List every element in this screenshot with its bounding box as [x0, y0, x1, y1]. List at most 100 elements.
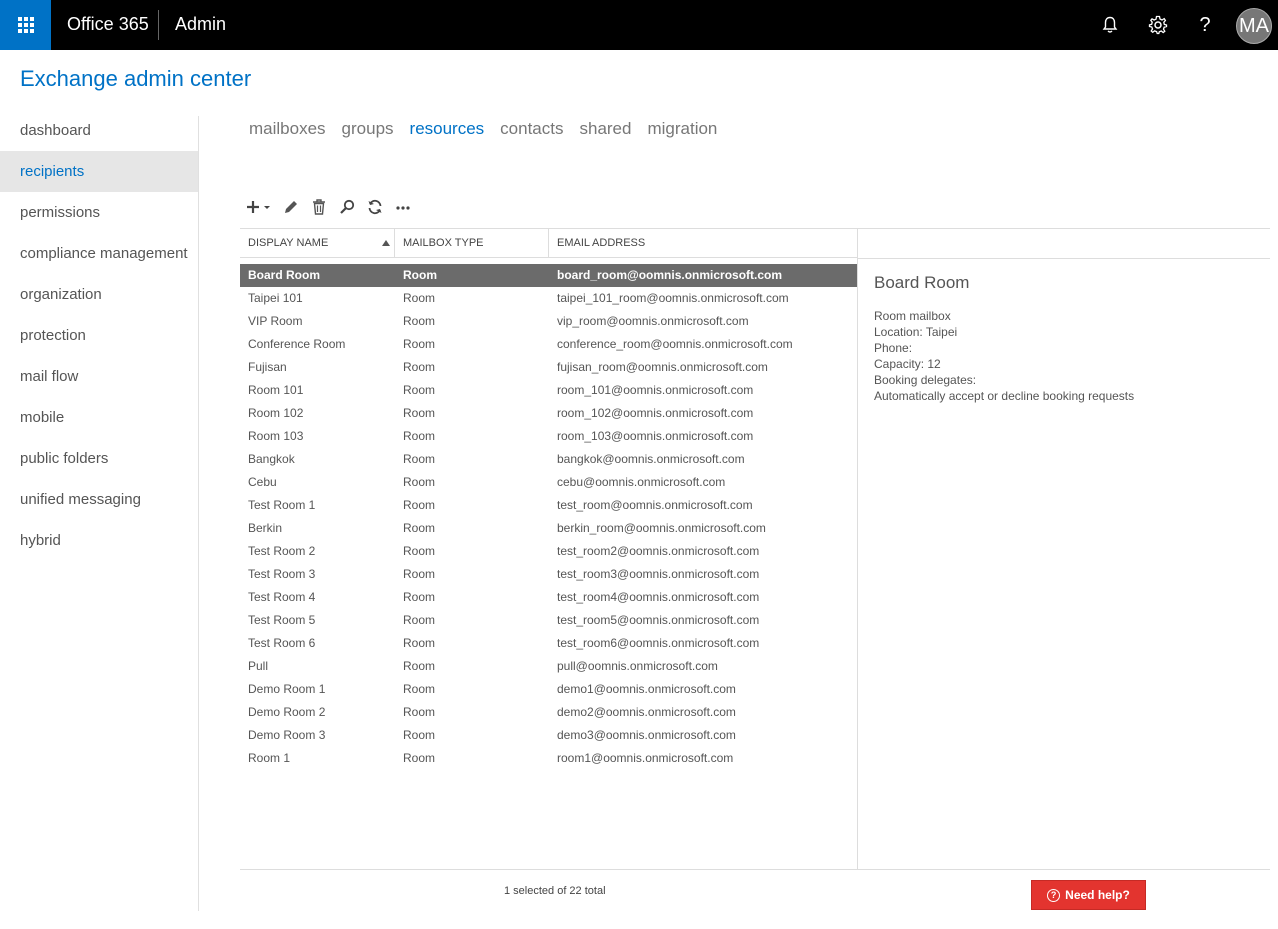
cell-email-address: vip_room@oomnis.onmicrosoft.com	[557, 314, 749, 328]
table-row[interactable]: Test Room 5 Room test_room5@oomnis.onmicro…	[240, 609, 858, 632]
cell-display-name: Fujisan	[248, 360, 287, 374]
cell-email-address: test_room3@oomnis.onmicrosoft.com	[557, 567, 760, 581]
cell-mailbox-type: Room	[403, 544, 436, 558]
brand-link[interactable]: Office 365	[67, 14, 149, 35]
column-header-mailbox-type[interactable]: MAILBOX TYPE	[395, 229, 549, 258]
table-row[interactable]: Conference Room Room conference_room@oomni…	[240, 333, 858, 356]
table-row[interactable]: Test Room 3 Room test_room3@oomnis.onmicro…	[240, 563, 858, 586]
sort-ascending-icon	[382, 240, 390, 246]
table-row[interactable]: Room 101 Room room_101@oomnis.onmicrosoft.…	[240, 379, 858, 402]
cell-display-name: Test Room 2	[248, 544, 316, 558]
tab-migration[interactable]: migration	[647, 119, 717, 139]
cell-mailbox-type: Room	[403, 337, 436, 351]
cell-display-name: VIP Room	[248, 314, 303, 328]
table-row[interactable]: Test Room 2 Room test_room2@oomnis.onmicro…	[240, 540, 858, 563]
table-row[interactable]: Test Room 4 Room test_room4@oomnis.onmicro…	[240, 586, 858, 609]
sidebar-item-compliance-management[interactable]: compliance management	[0, 233, 198, 274]
tab-contacts[interactable]: contacts	[500, 119, 563, 139]
cell-mailbox-type: Room	[403, 567, 436, 581]
cell-email-address: board_room@oomnis.onmicrosoft.com	[557, 268, 783, 282]
cell-display-name: Test Room 4	[248, 590, 316, 604]
table-row[interactable]: VIP Room Room vip_room@oomnis.onmicrosoft.…	[240, 310, 858, 333]
sidebar-item-mail-flow[interactable]: mail flow	[0, 356, 198, 397]
tab-resources[interactable]: resources	[410, 119, 485, 139]
table-row[interactable]: Demo Room 2 Room demo2@oomnis.onmicrosoft.…	[240, 701, 858, 724]
more-options-button[interactable]	[393, 197, 413, 217]
cell-email-address: room1@oomnis.onmicrosoft.com	[557, 751, 734, 765]
table-row[interactable]: Bangkok Room bangkok@oomnis.onmicrosoft.co…	[240, 448, 858, 471]
details-pane: Board Room Room mailbox Location: Taipei…	[874, 273, 1264, 404]
need-help-label: Need help?	[1065, 888, 1130, 902]
cell-mailbox-type: Room	[403, 659, 436, 673]
cell-mailbox-type: Room	[403, 475, 436, 489]
avatar[interactable]: MA	[1236, 8, 1272, 44]
table-row[interactable]: Fujisan Room fujisan_room@oomnis.onmicroso…	[240, 356, 858, 379]
list-header: DISPLAY NAME MAILBOX TYPE EMAIL ADDRESS	[240, 228, 858, 258]
details-pane-divider	[857, 228, 858, 869]
table-row[interactable]: Berkin Room berkin_room@oomnis.onmicrosoft…	[240, 517, 858, 540]
sidebar-item-mobile[interactable]: mobile	[0, 397, 198, 438]
sidebar-item-public-folders[interactable]: public folders	[0, 438, 198, 479]
sidebar-nav: dashboard recipients permissions complia…	[0, 110, 198, 561]
gear-icon	[1148, 15, 1168, 35]
app-name-link[interactable]: Admin	[175, 14, 226, 35]
cell-email-address: berkin_room@oomnis.onmicrosoft.com	[557, 521, 766, 535]
tab-shared[interactable]: shared	[579, 119, 631, 139]
app-launcher-button[interactable]	[0, 0, 51, 50]
edit-button[interactable]	[281, 197, 301, 217]
top-bar: Office 365 Admin ? MA	[0, 0, 1278, 50]
sidebar-item-protection[interactable]: protection	[0, 315, 198, 356]
cell-mailbox-type: Room	[403, 521, 436, 535]
tab-mailboxes[interactable]: mailboxes	[249, 119, 326, 139]
cell-display-name: Demo Room 3	[248, 728, 326, 742]
table-row[interactable]: Pull Room pull@oomnis.onmicrosoft.com	[240, 655, 858, 678]
sidebar-item-recipients[interactable]: recipients	[0, 151, 198, 192]
sidebar-item-permissions[interactable]: permissions	[0, 192, 198, 233]
new-button[interactable]	[245, 197, 273, 217]
sidebar-item-hybrid[interactable]: hybrid	[0, 520, 198, 561]
settings-button[interactable]	[1144, 11, 1172, 39]
cell-display-name: Taipei 101	[248, 291, 303, 305]
column-header-email-address[interactable]: EMAIL ADDRESS	[549, 229, 858, 258]
cell-email-address: conference_room@oomnis.onmicrosoft.com	[557, 337, 793, 351]
cell-email-address: room_103@oomnis.onmicrosoft.com	[557, 429, 754, 443]
tab-groups[interactable]: groups	[342, 119, 394, 139]
table-row[interactable]: Cebu Room cebu@oomnis.onmicrosoft.com	[240, 471, 858, 494]
cell-display-name: Test Room 3	[248, 567, 316, 581]
table-row[interactable]: Taipei 101 Room taipei_101_room@oomnis.onm…	[240, 287, 858, 310]
question-circle-icon: ?	[1047, 888, 1061, 902]
table-row[interactable]: Room 1 Room room1@oomnis.onmicrosoft.com	[240, 747, 858, 770]
refresh-button[interactable]	[365, 197, 385, 217]
cell-email-address: test_room2@oomnis.onmicrosoft.com	[557, 544, 760, 558]
delete-button[interactable]	[309, 197, 329, 217]
notifications-button[interactable]	[1096, 11, 1124, 39]
column-header-display-name[interactable]: DISPLAY NAME	[240, 229, 395, 258]
cell-display-name: Bangkok	[248, 452, 295, 466]
search-icon	[340, 199, 355, 214]
help-button[interactable]: ?	[1191, 11, 1219, 39]
plus-icon	[247, 201, 270, 213]
search-button[interactable]	[337, 197, 357, 217]
cell-email-address: demo2@oomnis.onmicrosoft.com	[557, 705, 736, 719]
table-row[interactable]: Demo Room 3 Room demo3@oomnis.onmicrosoft.…	[240, 724, 858, 747]
cell-email-address: room_102@oomnis.onmicrosoft.com	[557, 406, 754, 420]
cell-mailbox-type: Room	[403, 613, 436, 627]
table-row[interactable]: Board Room Room board_room@oomnis.onmicros…	[240, 264, 858, 287]
table-row[interactable]: Room 102 Room room_102@oomnis.onmicrosoft.…	[240, 402, 858, 425]
cell-email-address: test_room6@oomnis.onmicrosoft.com	[557, 636, 760, 650]
table-row[interactable]: Test Room 6 Room test_room6@oomnis.onmicro…	[240, 632, 858, 655]
table-row[interactable]: Demo Room 1 Room demo1@oomnis.onmicrosoft.…	[240, 678, 858, 701]
sidebar-item-unified-messaging[interactable]: unified messaging	[0, 479, 198, 520]
sidebar-item-organization[interactable]: organization	[0, 274, 198, 315]
sidebar-item-dashboard[interactable]: dashboard	[0, 110, 198, 151]
need-help-button[interactable]: ? Need help?	[1031, 880, 1146, 910]
details-phone: Phone:	[874, 341, 913, 355]
cell-mailbox-type: Room	[403, 751, 436, 765]
cell-mailbox-type: Room	[403, 383, 436, 397]
question-icon: ?	[1199, 13, 1211, 36]
sidebar-divider	[198, 116, 199, 911]
table-row[interactable]: Test Room 1 Room test_room@oomnis.onmicros…	[240, 494, 858, 517]
cell-display-name: Room 101	[248, 383, 304, 397]
list-rows: Board Room Room board_room@oomnis.onmicros…	[240, 264, 858, 770]
table-row[interactable]: Room 103 Room room_103@oomnis.onmicrosoft.…	[240, 425, 858, 448]
